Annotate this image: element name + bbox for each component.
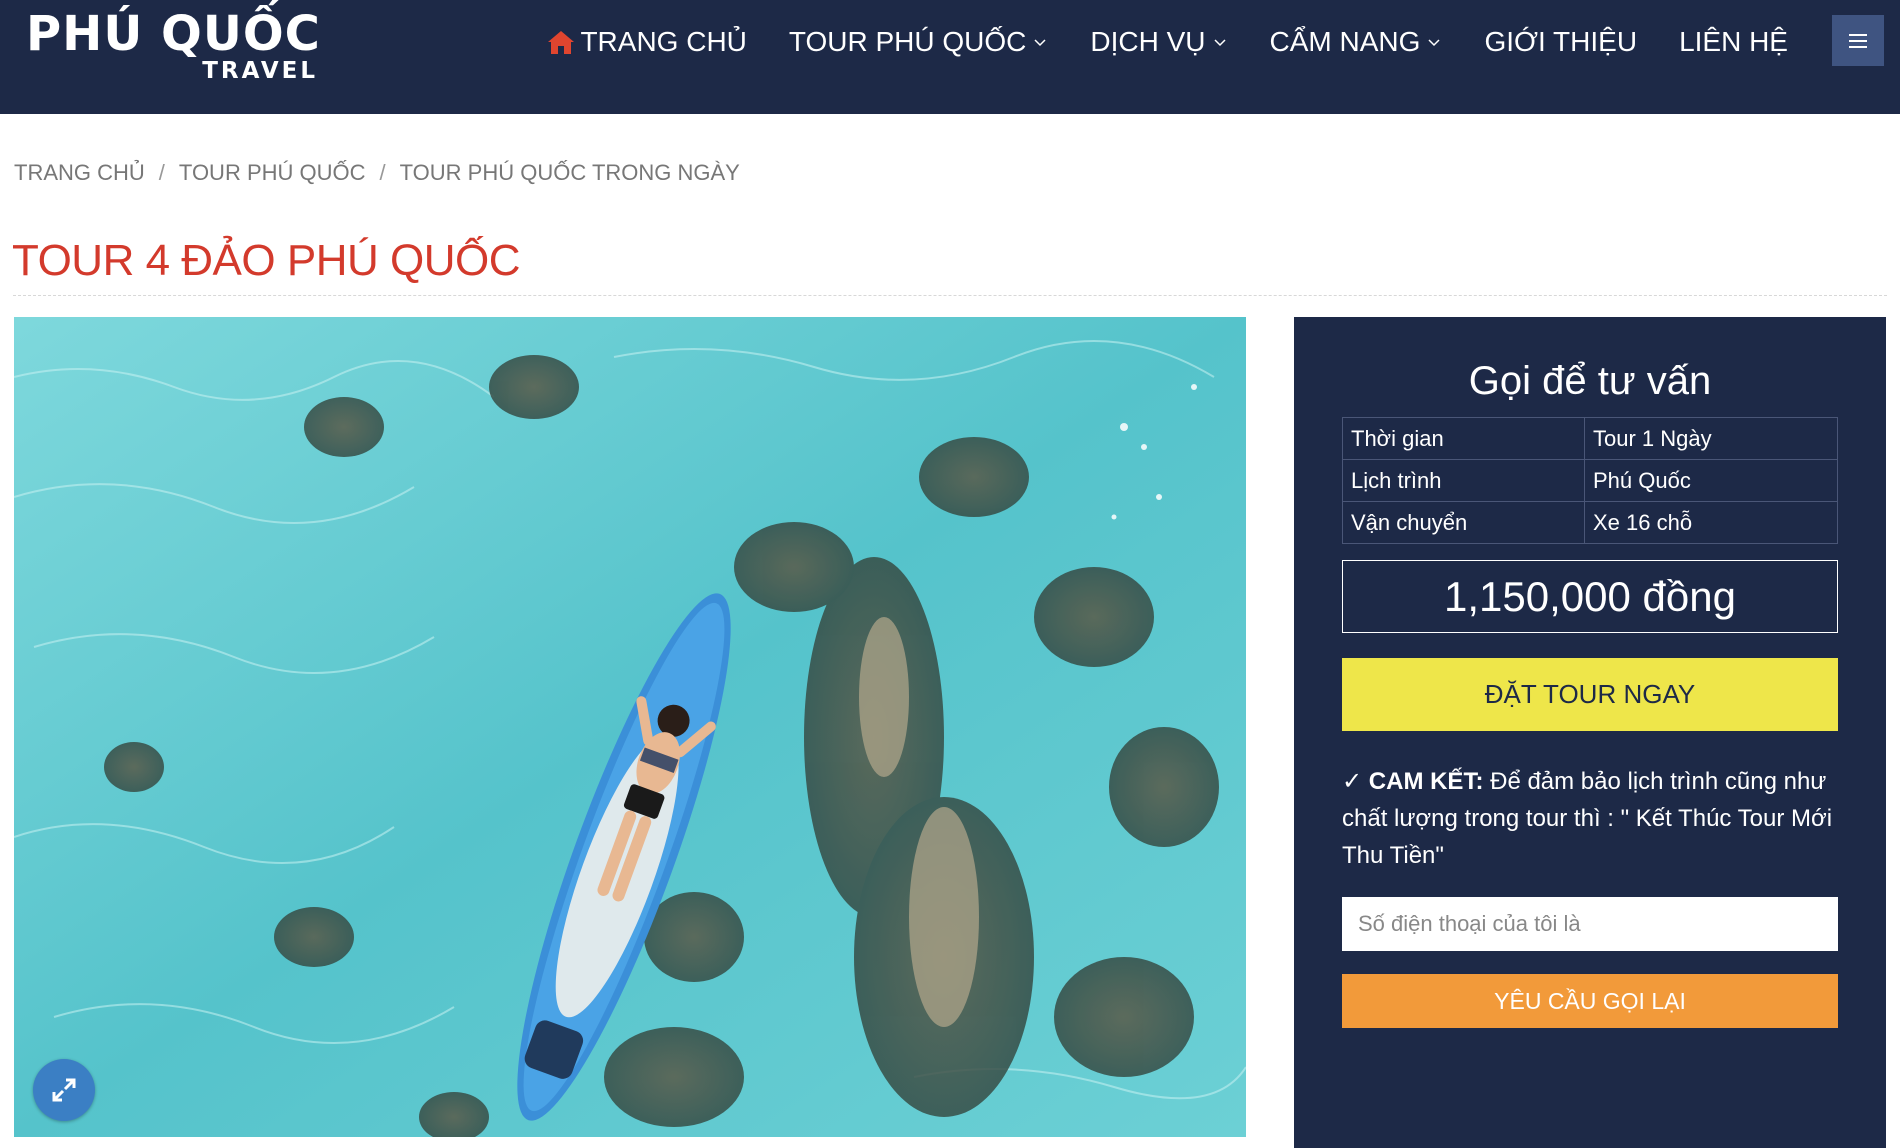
breadcrumb: TRANG CHỦ / TOUR PHÚ QUỐC / TOUR PHÚ QUỐ… bbox=[14, 160, 740, 186]
breadcrumb-category[interactable]: TOUR PHÚ QUỐC TRONG NGÀY bbox=[400, 160, 740, 186]
nav-label: DỊCH VỤ bbox=[1090, 26, 1206, 57]
breadcrumb-separator: / bbox=[158, 160, 165, 185]
tour-info-table: Thời gian Tour 1 Ngày Lịch trình Phú Quố… bbox=[1342, 417, 1838, 544]
info-label: Vận chuyển bbox=[1342, 501, 1585, 544]
booking-sidebar: Gọi để tư vấn Thời gian Tour 1 Ngày Lịch… bbox=[1294, 317, 1886, 1148]
info-value: Xe 16 chỗ bbox=[1584, 501, 1838, 544]
info-label: Thời gian bbox=[1342, 417, 1585, 460]
nav-label: TOUR PHÚ QUỐC bbox=[788, 26, 1027, 57]
chevron-down-icon bbox=[1214, 39, 1226, 47]
info-value: Tour 1 Ngày bbox=[1584, 417, 1838, 460]
table-row: Vận chuyển Xe 16 chỗ bbox=[1342, 501, 1838, 544]
site-logo[interactable]: PHÚ QUỐC TRAVEL bbox=[26, 2, 326, 88]
breadcrumb-separator: / bbox=[379, 160, 386, 185]
site-header: PHÚ QUỐC TRAVEL TRANG CHỦ TOUR PHÚ QUỐC … bbox=[0, 0, 1900, 114]
expand-arrows-glyph bbox=[52, 1078, 76, 1102]
tour-price: 1,150,000 đồng bbox=[1342, 560, 1838, 633]
info-value: Phú Quốc bbox=[1584, 459, 1838, 502]
nav-item-about[interactable]: GIỚI THIỆU bbox=[1484, 26, 1637, 58]
breadcrumb-tour[interactable]: TOUR PHÚ QUỐC bbox=[179, 160, 366, 186]
breadcrumb-home[interactable]: TRANG CHỦ bbox=[14, 160, 145, 186]
hamburger-menu-icon[interactable] bbox=[1832, 15, 1884, 66]
nav-item-home[interactable]: TRANG CHỦ bbox=[546, 26, 747, 58]
info-label: Lịch trình bbox=[1342, 459, 1585, 502]
table-row: Thời gian Tour 1 Ngày bbox=[1342, 417, 1838, 460]
sidebar-title: Gọi để tư vấn bbox=[1468, 359, 1712, 403]
page-title: TOUR 4 ĐẢO PHÚ QUỐC bbox=[12, 236, 520, 285]
nav-item-guide[interactable]: CẨM NANG bbox=[1270, 26, 1443, 58]
home-icon bbox=[548, 31, 575, 54]
nav-item-services[interactable]: DỊCH VỤ bbox=[1090, 26, 1227, 58]
nav-item-tour[interactable]: TOUR PHÚ QUỐC bbox=[789, 26, 1049, 58]
tour-hero-image bbox=[14, 317, 1246, 1137]
hero-illustration bbox=[14, 317, 1246, 1137]
expand-icon[interactable] bbox=[33, 1059, 95, 1121]
nav-label: TRANG CHỦ bbox=[580, 26, 747, 57]
commitment-text: ✓ CAM KẾT: Để đảm bảo lịch trình cũng nh… bbox=[1342, 763, 1842, 874]
logo-subtext: TRAVEL bbox=[202, 58, 318, 84]
request-callback-button[interactable]: YÊU CẦU GỌI LẠI bbox=[1342, 974, 1838, 1028]
main-nav: TRANG CHỦ TOUR PHÚ QUỐC DỊCH VỤ CẨM NANG… bbox=[504, 22, 1788, 62]
table-row: Lịch trình Phú Quốc bbox=[1342, 459, 1838, 502]
commitment-label: ✓ CAM KẾT: bbox=[1342, 768, 1484, 795]
nav-label: LIÊN HỆ bbox=[1679, 26, 1788, 57]
book-tour-button[interactable]: ĐẶT TOUR NGAY bbox=[1342, 658, 1838, 731]
nav-item-contact[interactable]: LIÊN HỆ bbox=[1679, 26, 1788, 58]
nav-label: CẨM NANG bbox=[1269, 26, 1421, 57]
nav-label: GIỚI THIỆU bbox=[1484, 26, 1638, 57]
chevron-down-icon bbox=[1034, 39, 1046, 47]
logo-text: PHÚ QUỐC bbox=[26, 6, 321, 62]
chevron-down-icon bbox=[1428, 39, 1440, 47]
phone-input[interactable] bbox=[1342, 897, 1838, 951]
title-divider bbox=[13, 295, 1887, 296]
